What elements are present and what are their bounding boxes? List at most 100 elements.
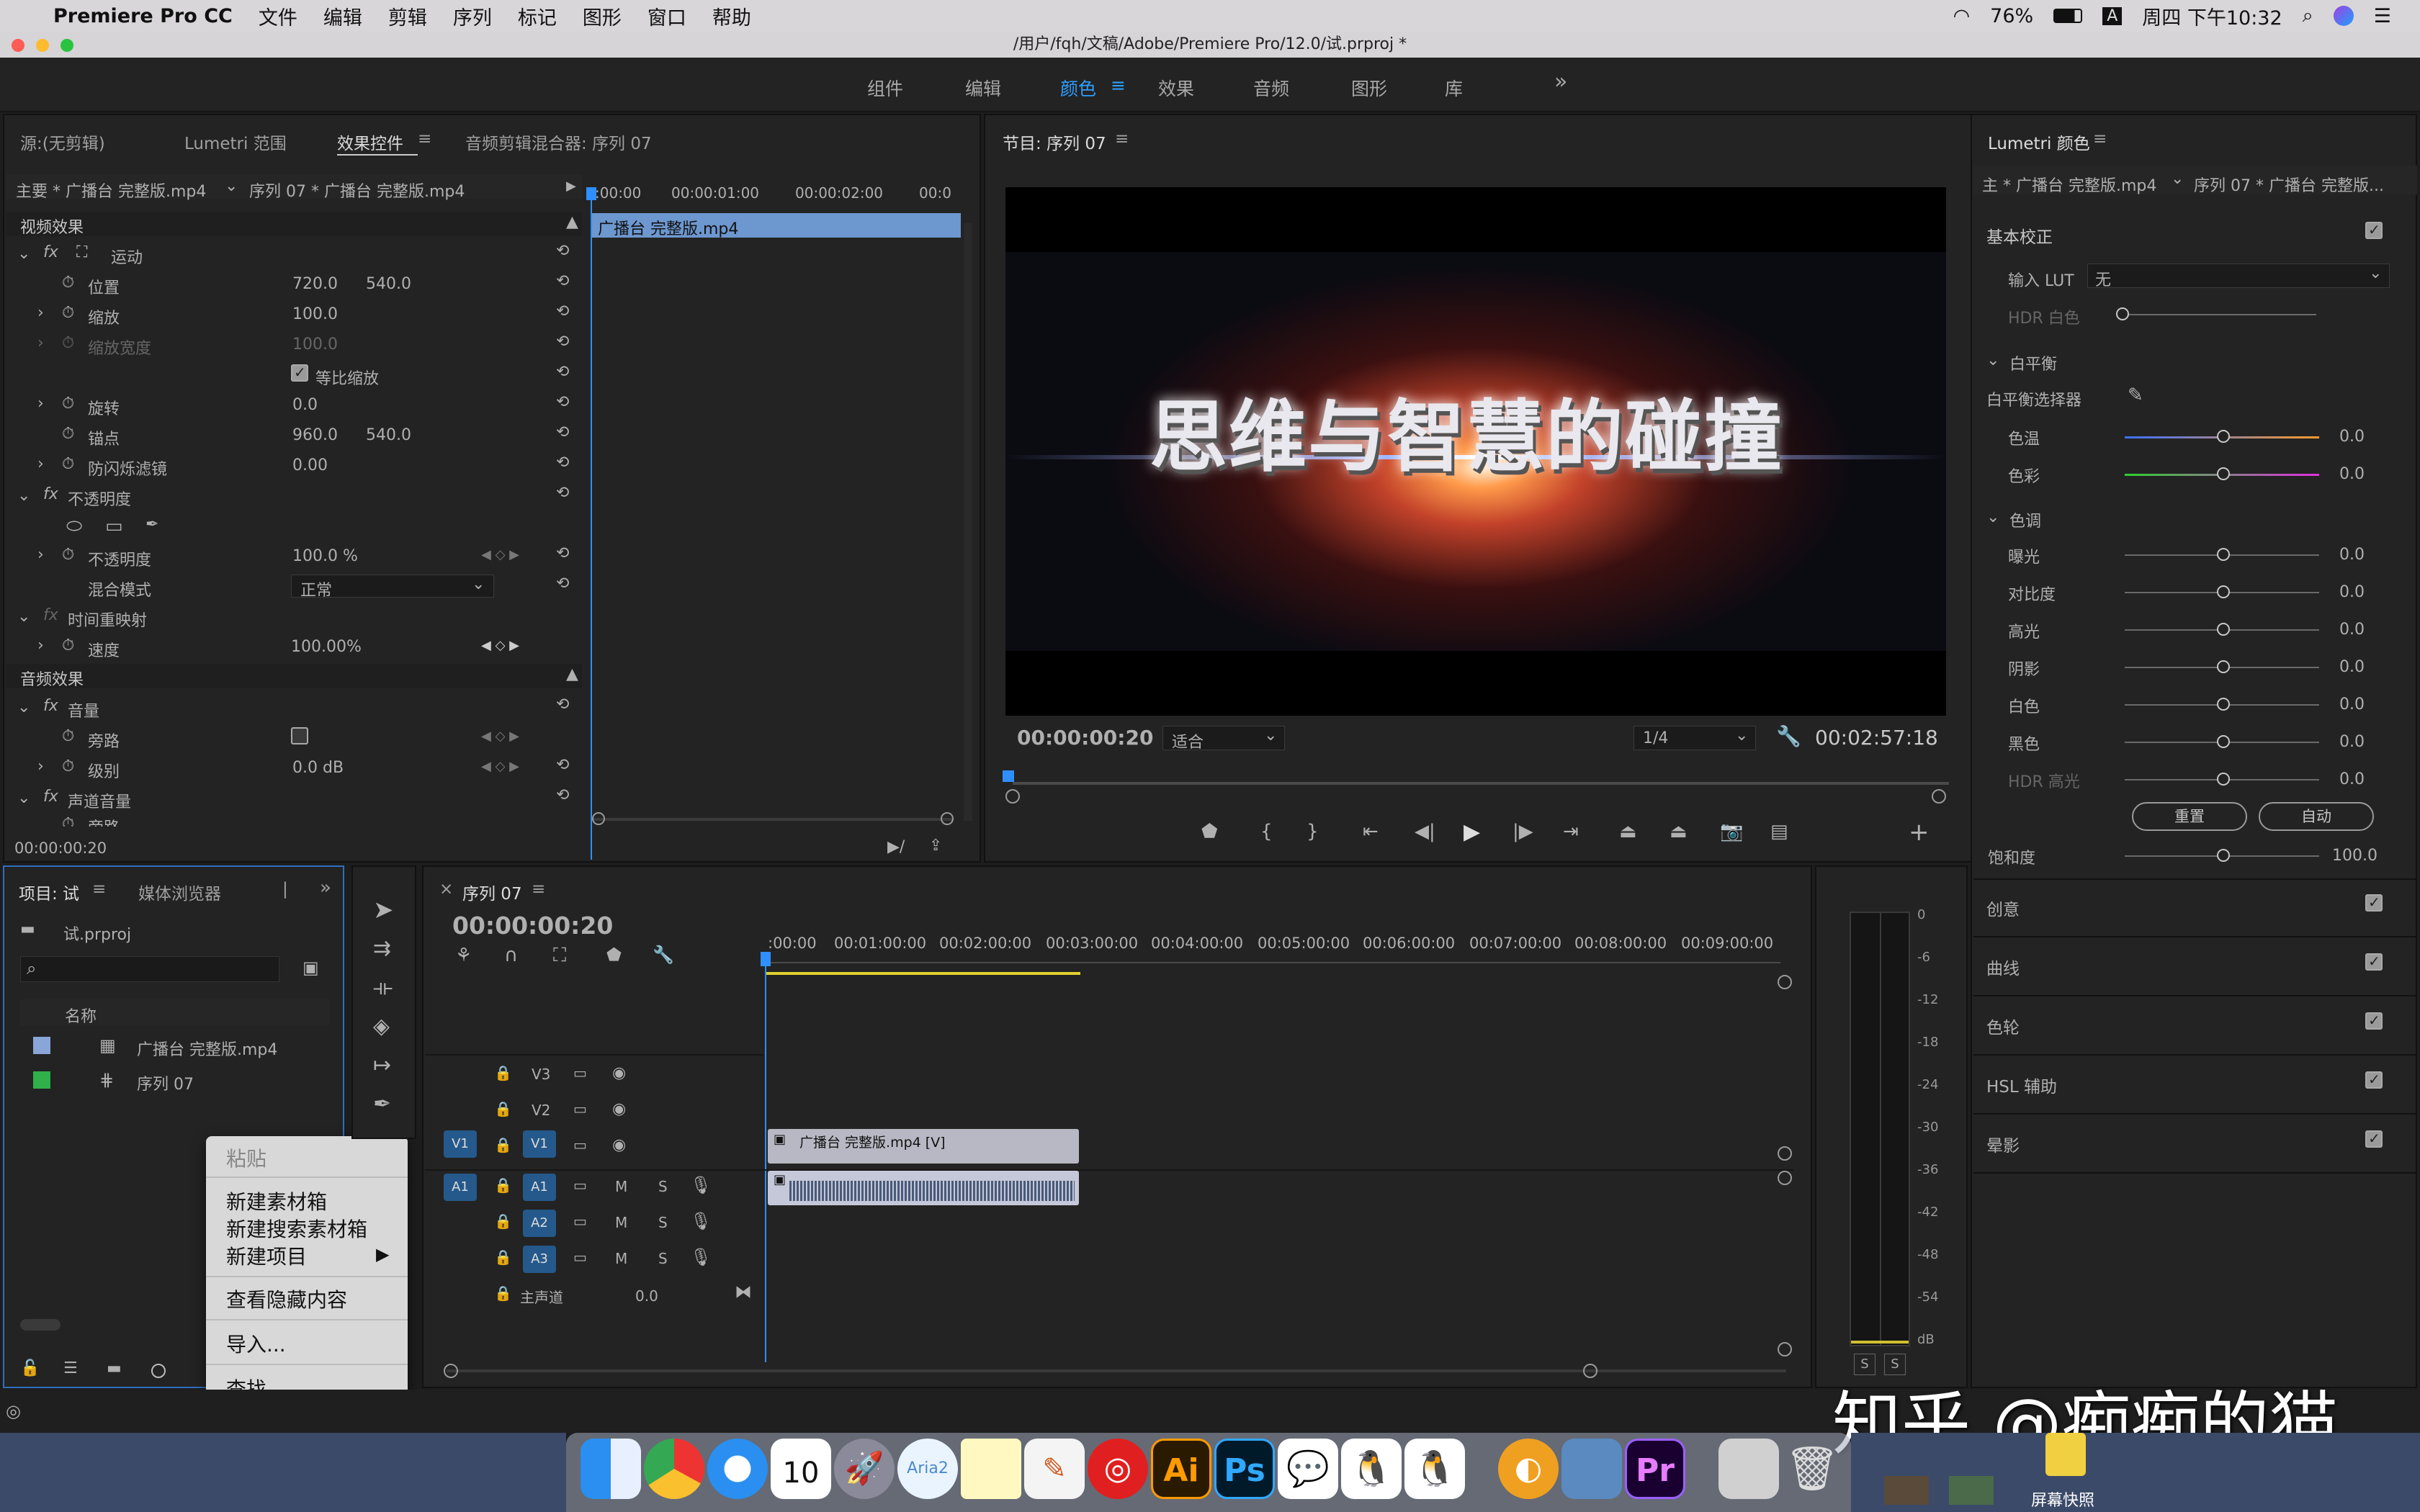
project-scrollbar[interactable] bbox=[20, 1319, 60, 1331]
icon-view-icon[interactable]: ▬ bbox=[107, 1359, 122, 1377]
aria2-icon[interactable]: Aria2 bbox=[897, 1439, 958, 1499]
disclosure-icon[interactable]: › bbox=[37, 636, 44, 654]
master-track-value[interactable]: 0.0 bbox=[635, 1287, 658, 1305]
reset-icon[interactable]: ⟲ bbox=[556, 302, 569, 320]
workspace-overflow-icon[interactable]: » bbox=[1554, 69, 1567, 94]
photoshop-icon[interactable]: Ps bbox=[1214, 1439, 1275, 1499]
eye-icon[interactable]: ◉ bbox=[612, 1136, 626, 1154]
zoom-handle-left[interactable] bbox=[1005, 789, 1020, 804]
lock-icon[interactable]: 🔒 bbox=[494, 1284, 512, 1302]
workspace-audio[interactable]: 音频 bbox=[1253, 75, 1289, 101]
blend-mode-select[interactable]: 正常 ⌄ bbox=[291, 575, 494, 600]
qq-icon[interactable]: 🐧 bbox=[1404, 1439, 1465, 1499]
sync-lock-icon[interactable]: ▭ bbox=[573, 1176, 587, 1194]
playhead-handle[interactable] bbox=[586, 187, 596, 200]
sync-lock-icon[interactable]: ▭ bbox=[573, 1248, 587, 1266]
highlights-value[interactable]: 0.0 bbox=[2339, 621, 2365, 639]
app-menu[interactable]: Premiere Pro CC bbox=[53, 5, 233, 27]
panel-menu-icon[interactable]: ≡ bbox=[2093, 130, 2107, 148]
anchor-x-value[interactable]: 960.0 bbox=[292, 426, 338, 444]
add-marker-icon[interactable]: ⬟ bbox=[606, 945, 622, 965]
tab-lumetri-scopes[interactable]: Lumetri 范围 bbox=[184, 130, 287, 154]
disclosure-icon[interactable]: ⌄ bbox=[17, 789, 30, 807]
menu-edit[interactable]: 编辑 bbox=[323, 2, 362, 30]
wechat-icon[interactable]: 💬 bbox=[1278, 1439, 1338, 1499]
bypass-checkbox[interactable] bbox=[291, 727, 308, 744]
lock-icon[interactable]: 🔒 bbox=[494, 1064, 512, 1081]
fx-icon[interactable]: fx bbox=[43, 788, 58, 806]
shadows-knob[interactable] bbox=[2217, 660, 2230, 673]
disclosure-icon[interactable]: ⌄ bbox=[1986, 351, 1999, 369]
creative-header[interactable]: 创意 bbox=[1986, 896, 2020, 920]
wifi-icon[interactable]: ◠ bbox=[1953, 5, 1971, 27]
comparison-view-icon[interactable]: ▤ bbox=[1770, 821, 1788, 842]
solo-button[interactable]: S bbox=[658, 1250, 668, 1267]
zoom-handle-right[interactable] bbox=[1932, 789, 1946, 804]
play-button-icon[interactable]: ▶ bbox=[1464, 819, 1480, 845]
eye-icon[interactable]: ◉ bbox=[612, 1100, 626, 1118]
panel-menu-icon[interactable]: ≡ bbox=[418, 130, 431, 148]
stopwatch-icon[interactable]: ⏱ bbox=[62, 757, 74, 775]
level-value[interactable]: 0.0 dB bbox=[292, 759, 344, 777]
scroll-up-icon[interactable]: ▲ bbox=[566, 665, 578, 683]
new-bin-icon[interactable]: ▣ bbox=[302, 958, 319, 978]
label-color-swatch[interactable] bbox=[33, 1071, 50, 1089]
temperature-knob[interactable] bbox=[2217, 430, 2230, 443]
speed-value[interactable]: 100.00% bbox=[291, 638, 362, 656]
mute-button[interactable]: M bbox=[615, 1178, 627, 1195]
solo-button[interactable]: S bbox=[658, 1214, 668, 1231]
menu-file[interactable]: 文件 bbox=[259, 2, 297, 30]
jump-to-end-icon[interactable]: ⧓ bbox=[735, 1282, 752, 1302]
stopwatch-icon[interactable]: ⏱ bbox=[62, 425, 74, 443]
premiere-pro-icon[interactable]: Pr bbox=[1625, 1439, 1685, 1499]
highlights-knob[interactable] bbox=[2217, 623, 2230, 636]
name-column-header[interactable]: 名称 bbox=[65, 1004, 97, 1027]
blacks-value[interactable]: 0.0 bbox=[2339, 733, 2365, 751]
disclosure-icon[interactable]: › bbox=[37, 546, 44, 564]
reset-icon[interactable]: ⟲ bbox=[556, 454, 569, 472]
pen-tool-icon[interactable]: ✒ bbox=[373, 1092, 391, 1117]
tab-project[interactable]: 项目: 试 bbox=[19, 880, 79, 904]
vignette-header[interactable]: 晕影 bbox=[1986, 1132, 2020, 1156]
program-current-timecode[interactable]: 00:00:00:20 bbox=[1017, 726, 1153, 750]
program-monitor-title[interactable]: 节目: 序列 07 bbox=[1003, 130, 1106, 154]
spotlight-icon[interactable]: ⌕ bbox=[2303, 4, 2313, 27]
reset-icon[interactable]: ⟲ bbox=[556, 333, 569, 351]
export-frame-icon[interactable]: ⇪ bbox=[929, 837, 942, 855]
hdr-white-knob[interactable] bbox=[2116, 307, 2129, 320]
mini-ruler[interactable] bbox=[589, 174, 964, 199]
playhead-line[interactable] bbox=[591, 190, 592, 860]
opacity-value[interactable]: 100.0 % bbox=[292, 547, 358, 565]
color-wheels-header[interactable]: 色轮 bbox=[1986, 1014, 2020, 1038]
disclosure-icon[interactable]: ⌄ bbox=[17, 698, 30, 716]
qq-icon[interactable]: 🐧 bbox=[1341, 1439, 1402, 1499]
list-view-icon[interactable]: ☰ bbox=[63, 1359, 78, 1377]
label-color-swatch[interactable] bbox=[33, 1037, 50, 1054]
program-playhead[interactable] bbox=[1003, 770, 1014, 782]
close-tab-icon[interactable]: × bbox=[439, 880, 453, 899]
workspace-graphics[interactable]: 图形 bbox=[1351, 75, 1387, 101]
playback-resolution-select[interactable]: 1/4 ⌄ bbox=[1634, 726, 1756, 750]
extract-icon[interactable]: ⏏ bbox=[1670, 821, 1688, 842]
reset-icon[interactable]: ⟲ bbox=[556, 544, 569, 562]
chrome-icon[interactable] bbox=[644, 1439, 704, 1499]
disclosure-icon[interactable]: › bbox=[37, 395, 44, 413]
reset-icon[interactable]: ⟲ bbox=[556, 423, 569, 441]
panel-menu-icon[interactable]: ≡ bbox=[532, 880, 545, 899]
thumbnail-size-slider-knob[interactable] bbox=[151, 1364, 166, 1378]
scroll-up-icon[interactable]: ▲ bbox=[566, 213, 578, 231]
lock-icon[interactable]: 🔒 bbox=[494, 1176, 512, 1194]
sync-lock-icon[interactable]: ▭ bbox=[573, 1212, 587, 1230]
stopwatch-icon[interactable]: ⏱ bbox=[62, 455, 74, 473]
menu-clip[interactable]: 剪辑 bbox=[388, 2, 427, 30]
workspace-menu-icon[interactable]: ≡ bbox=[1111, 75, 1126, 96]
basic-correction-checkbox[interactable] bbox=[2365, 221, 2383, 239]
trash-icon[interactable]: 🗑 bbox=[1782, 1439, 1842, 1499]
timeline-ruler[interactable] bbox=[765, 956, 1780, 963]
menu-item-new-search-bin[interactable]: 新建搜索素材箱 bbox=[226, 1214, 367, 1243]
menu-item-import[interactable]: 导入... bbox=[226, 1329, 286, 1358]
vertical-zoom-handle[interactable] bbox=[1778, 1146, 1792, 1161]
reset-icon[interactable]: ⟲ bbox=[556, 786, 569, 804]
add-button-icon[interactable]: + bbox=[1909, 818, 1930, 847]
razor-tool-icon[interactable]: ◈ bbox=[373, 1014, 390, 1039]
